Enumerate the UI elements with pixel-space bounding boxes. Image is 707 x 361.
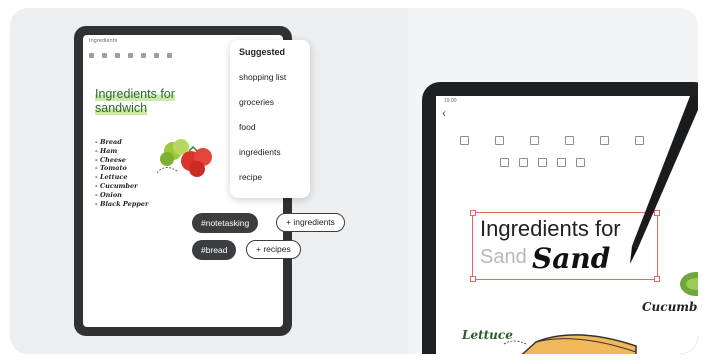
suggested-item[interactable]: shopping list — [230, 65, 310, 90]
add-tag-ingredients[interactable]: + ingredients — [276, 213, 345, 232]
suggested-item[interactable]: groceries — [230, 90, 310, 115]
view-icon[interactable] — [538, 158, 547, 167]
list-item: - Black Pepper — [95, 199, 149, 208]
typed-title: Ingredients for — [480, 216, 621, 241]
brush-tool-icon[interactable] — [102, 53, 107, 58]
right-panel: 19:00 ‹ Ingredients for Sand Sand Cucumb… — [408, 8, 698, 354]
add-tag-recipes[interactable]: + recipes — [246, 240, 301, 259]
back-arrow-icon[interactable]: ‹ — [442, 106, 446, 120]
resize-handle[interactable] — [654, 276, 660, 282]
status-time: 19:00 — [444, 98, 457, 104]
typed-title-partial: Sand — [480, 246, 527, 268]
suggested-tags-menu: Suggested shopping list groceries food i… — [230, 40, 310, 198]
link-icon[interactable] — [519, 158, 528, 167]
tag-notetasking[interactable]: #notetasking — [192, 213, 259, 233]
note-toolbar[interactable] — [89, 53, 172, 58]
list-item: - Bread — [95, 138, 122, 146]
edit-screen: 19:00 ‹ Ingredients for Sand Sand Cucumb… — [436, 96, 698, 354]
tablet-right: 19:00 ‹ Ingredients for Sand Sand Cucumb… — [422, 82, 698, 354]
insert-icon[interactable] — [565, 136, 574, 145]
more-icon[interactable] — [600, 136, 609, 145]
resize-handle[interactable] — [470, 276, 476, 282]
handwritten-word: Sand — [532, 242, 611, 275]
suggested-item[interactable]: ingredients — [230, 140, 310, 165]
eraser-tool-icon[interactable] — [115, 53, 120, 58]
image-icon[interactable] — [557, 158, 566, 167]
status-bar: Ingredients — [89, 38, 118, 44]
resize-handle[interactable] — [470, 210, 476, 216]
edit-toolbar-secondary[interactable] — [500, 158, 585, 167]
list-item: - Lettuce — [95, 173, 128, 182]
ingredient-list: - Bread - Ham - Cheese - Tomato - Lettuc… — [95, 138, 148, 208]
pen-tool-icon[interactable] — [89, 53, 94, 58]
list-item: - Cheese — [95, 155, 126, 164]
stylus-pen — [630, 96, 698, 264]
suggested-item[interactable]: food — [230, 115, 310, 140]
layout-icon[interactable] — [460, 136, 469, 145]
sandwich-illustration — [156, 139, 212, 177]
note-title: Ingredients for sandwich — [95, 87, 175, 115]
text-format-icon[interactable] — [530, 136, 539, 145]
list-item: - Tomato — [95, 164, 127, 173]
text-tool-icon[interactable] — [128, 53, 133, 58]
align-icon[interactable] — [495, 136, 504, 145]
gear-icon[interactable] — [500, 158, 509, 167]
shape-tool-icon[interactable] — [154, 53, 159, 58]
left-panel: Ingredients Ingredients for sandwich - B… — [10, 8, 408, 354]
suggested-header: Suggested — [239, 47, 286, 57]
bread-illustration — [503, 334, 637, 354]
promo-frame: Ingredients Ingredients for sandwich - B… — [10, 8, 698, 354]
label-cucumber: Cucumber — [642, 300, 698, 314]
suggested-item[interactable]: recipe — [230, 165, 310, 190]
tag-bread[interactable]: #bread — [192, 240, 237, 260]
image-tool-icon[interactable] — [141, 53, 146, 58]
undo-icon[interactable] — [167, 53, 172, 58]
list-item: - Ham — [95, 146, 118, 155]
list-item: - Cucumber — [95, 181, 138, 190]
list-item: - Onion — [95, 190, 122, 199]
return-icon[interactable] — [576, 158, 585, 167]
